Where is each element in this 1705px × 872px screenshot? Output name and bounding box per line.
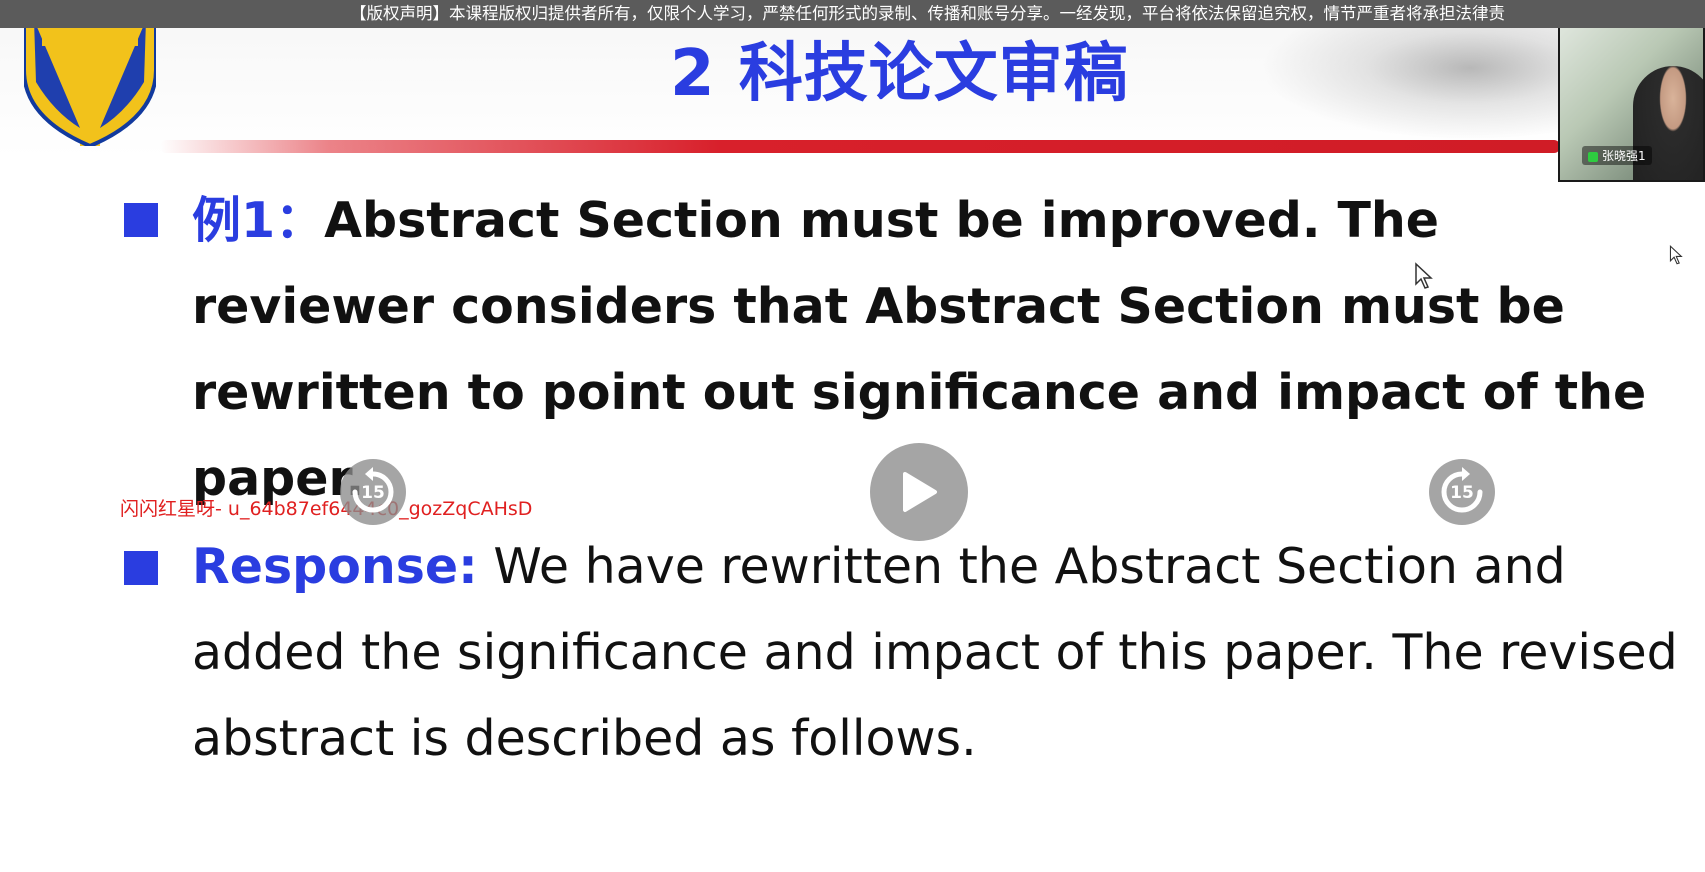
presenter-name-tag: 张晓强1 (1582, 146, 1652, 165)
presenter-name: 张晓强1 (1602, 149, 1646, 163)
play-button[interactable] (870, 443, 968, 541)
video-slide: 2 科技论文审稿 例1：Abstract Section must be imp… (0, 0, 1705, 872)
mouse-cursor-icon (1415, 262, 1433, 289)
rewind-15-icon: 15 (352, 467, 394, 513)
svg-text:15: 15 (1450, 483, 1474, 503)
rewind-15-button[interactable]: 15 (340, 459, 406, 525)
response-paragraph: Response: We have rewritten the Abstract… (192, 524, 1692, 782)
slide-title: 2 科技论文审稿 (670, 37, 1129, 111)
ink-wash-decoration (1260, 20, 1560, 140)
svg-text:15: 15 (361, 483, 385, 503)
play-icon (903, 472, 937, 512)
forward-15-icon: 15 (1441, 467, 1483, 513)
copyright-banner: 【版权声明】本课程版权归提供者所有，仅限个人学习，严禁任何形式的录制、传播和账号… (0, 0, 1705, 28)
title-underline (160, 140, 1560, 153)
mic-icon (1588, 151, 1598, 162)
example-label: 例1： (192, 192, 325, 249)
user-watermark: 闪闪红星呀- u_64b87ef6444c0_gozZqCAHsD (120, 498, 533, 520)
bullet-square (124, 203, 158, 237)
forward-15-button[interactable]: 15 (1429, 459, 1495, 525)
mouse-cursor-icon (1669, 245, 1683, 265)
presenter-webcam: 张晓强1 (1558, 24, 1705, 182)
response-label: Response: (192, 538, 478, 595)
bullet-square (124, 551, 158, 585)
copyright-text: 【版权声明】本课程版权归提供者所有，仅限个人学习，严禁任何形式的录制、传播和账号… (350, 4, 1505, 23)
